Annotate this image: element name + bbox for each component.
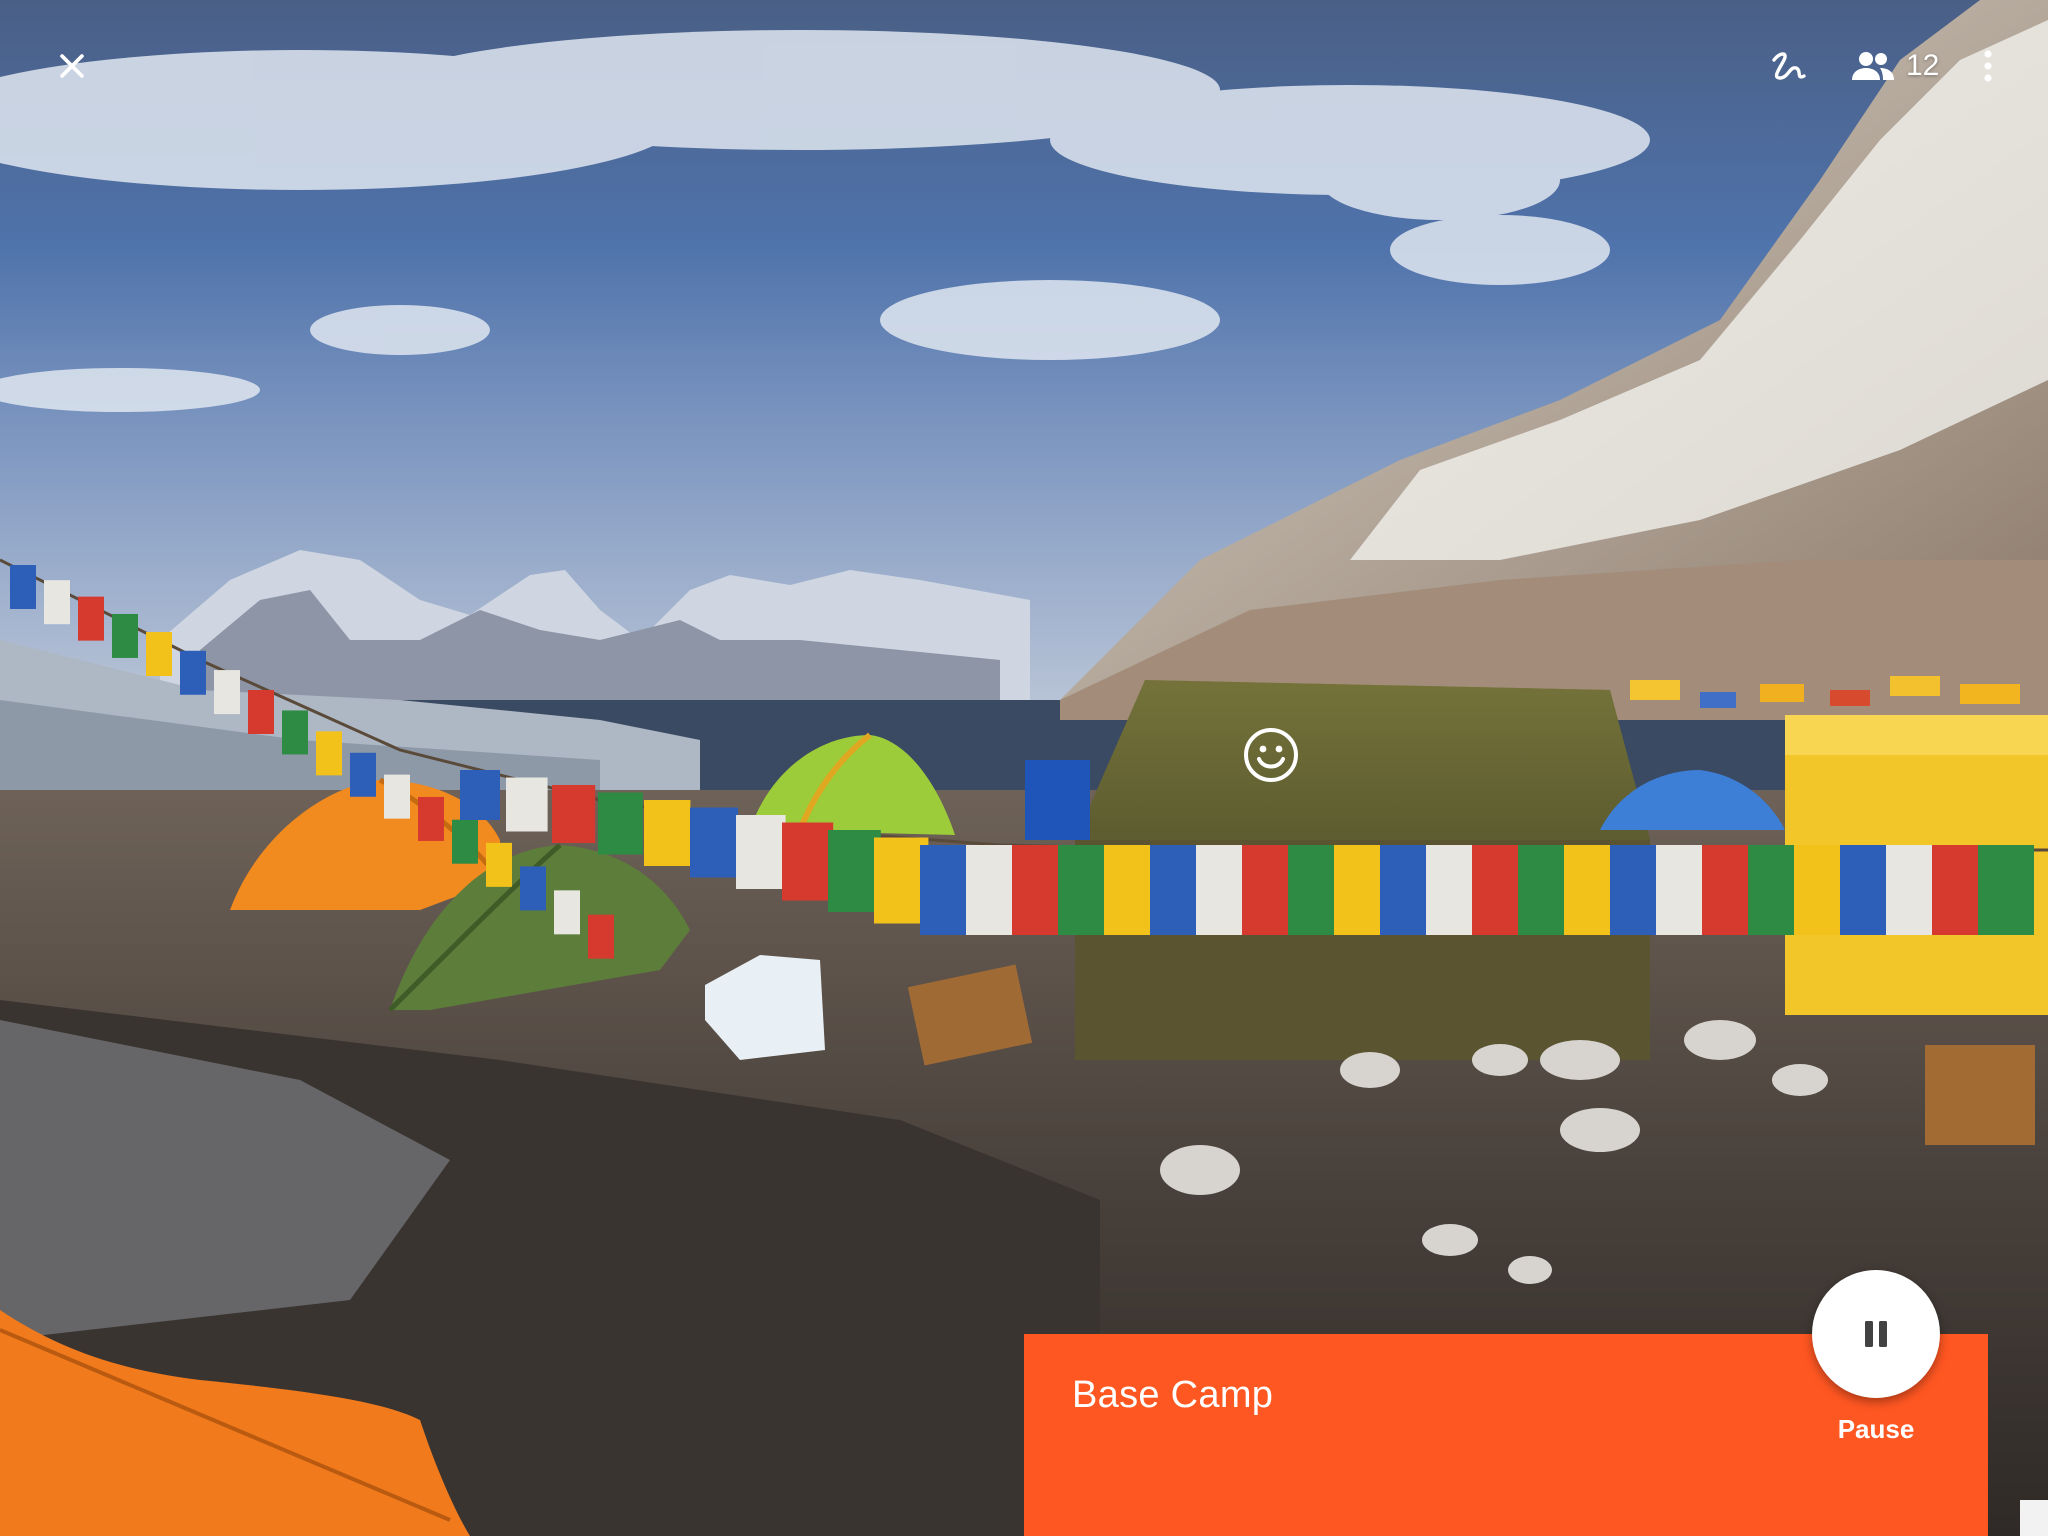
panorama-viewer[interactable]: 12 Base Camp Pause	[0, 0, 2048, 1536]
prayer-flag	[180, 650, 206, 695]
prayer-flag	[418, 796, 444, 841]
prayer-flag	[384, 774, 410, 819]
prayer-flag	[350, 752, 376, 797]
prayer-flag	[214, 670, 240, 715]
prayer-flag	[782, 822, 834, 901]
prayer-flag	[506, 777, 548, 832]
pause-label: Pause	[1837, 1414, 1915, 1444]
prayer-flag	[316, 731, 342, 776]
prayer-flag	[552, 785, 596, 843]
prayer-flag	[644, 800, 691, 866]
prayer-flag	[486, 842, 512, 887]
prayer-flag	[112, 613, 138, 658]
prayer-flag	[1978, 845, 2034, 935]
close-button[interactable]	[36, 30, 108, 102]
more-vertical-icon	[1984, 50, 1992, 82]
prayer-flag	[828, 830, 881, 912]
panorama-scene[interactable]	[0, 0, 2048, 1536]
prayer-flag	[554, 890, 580, 935]
prayer-flag	[588, 914, 614, 959]
prayer-flag	[736, 815, 786, 889]
prayer-flag	[520, 866, 546, 911]
edge-strip	[2020, 1500, 2048, 1536]
pause-icon	[1865, 1321, 1887, 1347]
prayer-flag	[690, 807, 738, 878]
prayer-flag	[44, 580, 70, 625]
more-options-button[interactable]	[1960, 30, 2016, 102]
location-title: Base Camp	[1072, 1374, 1274, 1416]
smiley-face-icon[interactable]	[1241, 725, 1301, 785]
viewer-count: 12	[1906, 49, 1940, 82]
close-icon	[60, 54, 84, 78]
tag-button[interactable]	[1750, 30, 1830, 102]
prayer-flag	[460, 770, 500, 820]
prayer-flag	[78, 596, 104, 641]
prayer-flag	[452, 819, 478, 864]
squiggle-tag-icon	[1772, 52, 1806, 80]
prayer-flag	[10, 565, 36, 609]
prayer-flag	[248, 689, 274, 734]
prayer-flag	[146, 632, 172, 677]
prayer-flag	[598, 792, 643, 855]
prayer-flag	[282, 710, 308, 755]
people-icon	[1852, 52, 1894, 80]
pause-button[interactable]	[1812, 1270, 1940, 1398]
